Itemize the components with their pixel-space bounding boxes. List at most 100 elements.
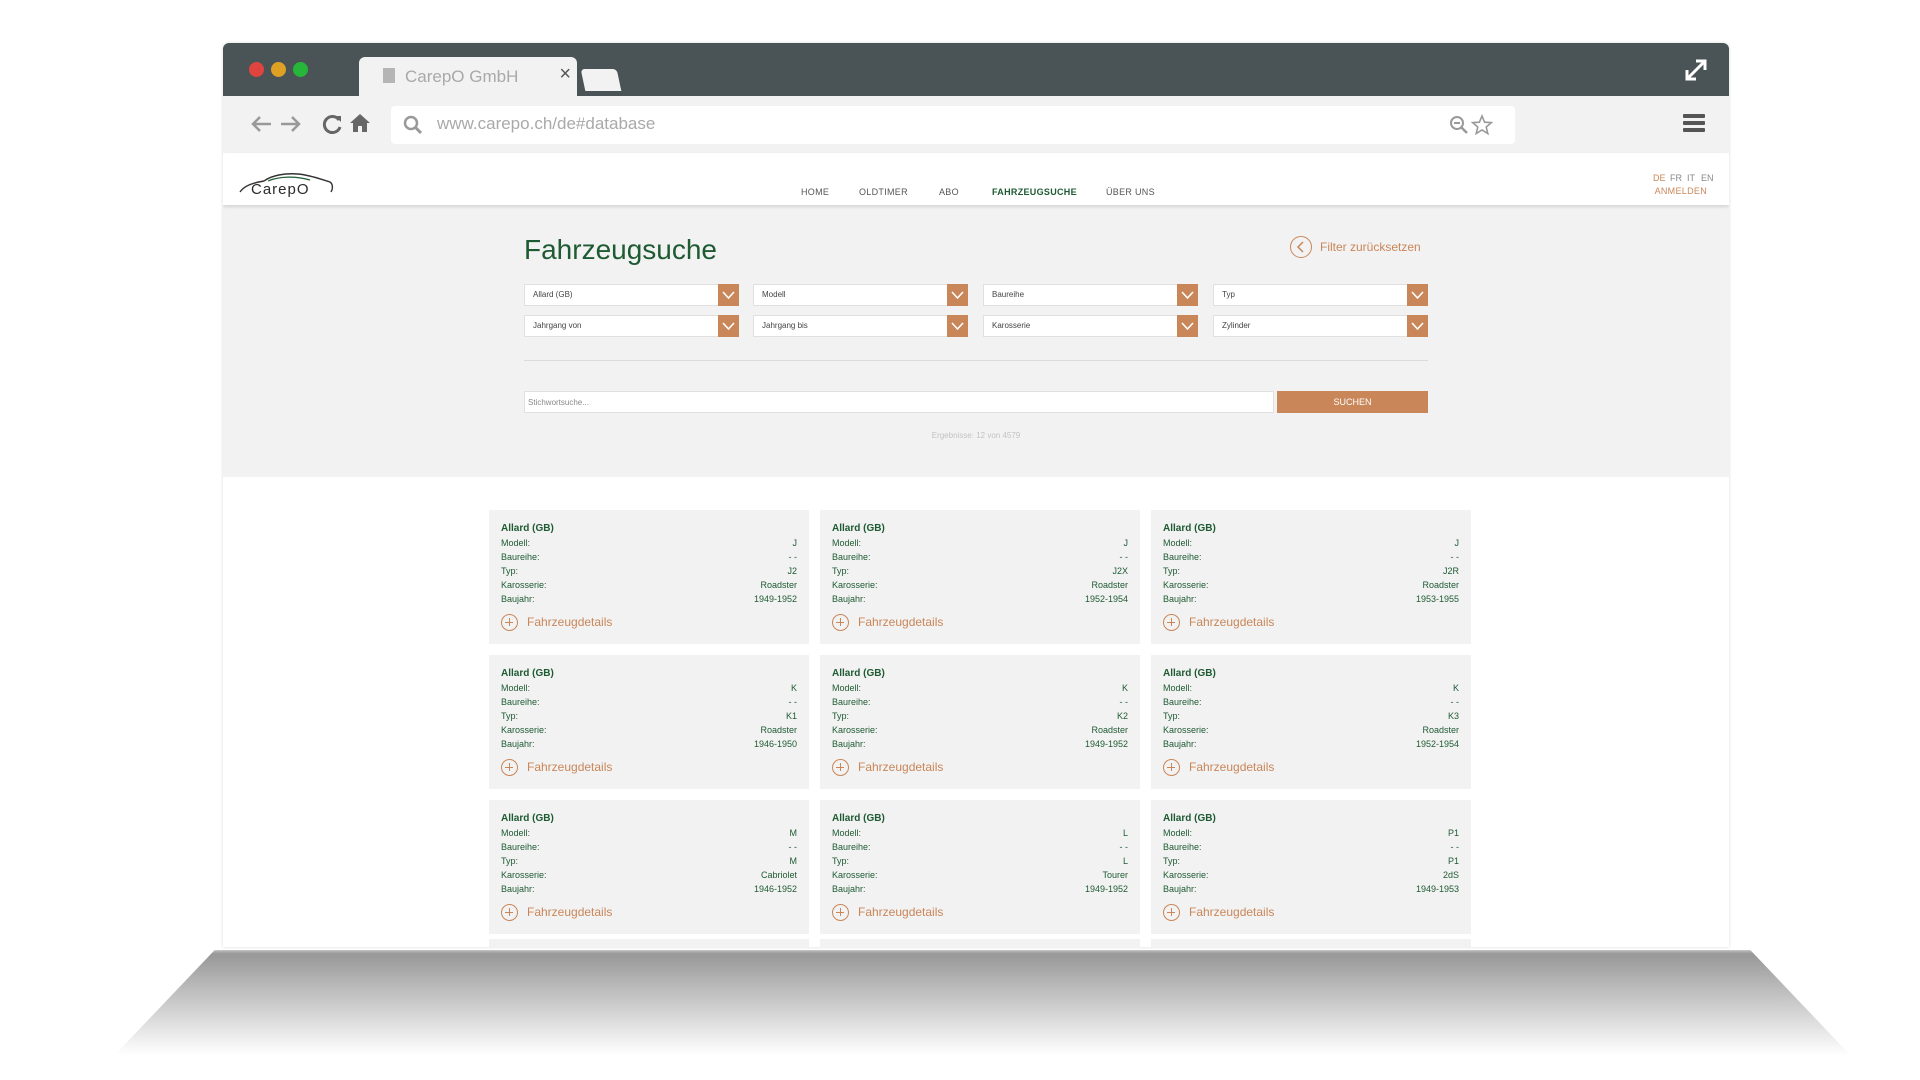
vehicle-brand: Allard (GB): [832, 813, 885, 824]
plus-circle-icon: [832, 614, 849, 631]
attribute-value: 1949-1952: [1084, 739, 1128, 749]
attribute-value: M: [789, 828, 798, 838]
login-link[interactable]: ANMELDEN: [1655, 186, 1707, 196]
vehicle-attribute-baujahr: Baujahr: 1946-1950: [501, 739, 797, 752]
vehicle-card: Allard (GB) Modell: M Baureihe: - - Typ: M Karo…: [489, 800, 809, 934]
attribute-label: Karosserie:: [1163, 725, 1209, 735]
vehicle-details-label: Fahrzeugdetails: [527, 905, 613, 919]
attribute-value: Roadster: [760, 725, 797, 735]
attribute-label: Modell:: [1163, 683, 1193, 693]
vehicle-attribute-typ: Typ: K2: [832, 711, 1128, 724]
lang-fr[interactable]: FR: [1670, 173, 1682, 183]
nav-ueber-uns[interactable]: ÜBER UNS: [1106, 187, 1155, 197]
lang-de[interactable]: DE: [1653, 173, 1666, 183]
vehicle-brand: Allard (GB): [832, 523, 885, 534]
vehicle-attribute-typ: Typ: M: [501, 856, 797, 869]
attribute-value: Roadster: [1091, 725, 1128, 735]
attribute-label: Typ:: [501, 856, 519, 866]
vehicle-attribute-karosserie: Karosserie: Roadster: [1163, 725, 1459, 738]
attribute-label: Typ:: [832, 856, 850, 866]
attribute-label: Baujahr:: [501, 739, 535, 749]
attribute-label: Baureihe:: [501, 552, 540, 562]
vehicle-attribute-baujahr: Baujahr: 1946-1952: [501, 884, 797, 897]
vehicle-card: Allard (GB) Modell: L Baureihe: - - Typ: L Karo…: [820, 800, 1140, 934]
attribute-value: J2X: [1112, 566, 1128, 576]
attribute-label: Typ:: [832, 566, 850, 576]
vehicle-attribute-baureihe: Baureihe: - -: [832, 697, 1128, 710]
attribute-value: L: [1122, 828, 1128, 838]
vehicle-attribute-karosserie: Karosserie: 2dS: [1163, 870, 1459, 883]
plus-circle-icon: [1163, 614, 1180, 631]
attribute-label: Baureihe:: [1163, 697, 1202, 707]
plus-circle-icon: [501, 614, 518, 631]
vehicle-attribute-baujahr: Baujahr: 1949-1952: [501, 594, 797, 607]
vehicle-attribute-baujahr: Baujahr: 1952-1954: [1163, 739, 1459, 752]
nav-abo[interactable]: ABO: [939, 187, 959, 197]
vehicle-attribute-typ: Typ: P1: [1163, 856, 1459, 869]
attribute-value: - -: [1119, 697, 1129, 707]
attribute-label: Karosserie:: [832, 870, 878, 880]
vehicle-attribute-modell: Modell: K: [1163, 683, 1459, 696]
plus-circle-icon: [832, 904, 849, 921]
vehicle-card-partial: [489, 939, 809, 947]
vehicle-attribute-baureihe: Baureihe: - -: [832, 842, 1128, 855]
vehicle-card-partial: [820, 939, 1140, 947]
attribute-label: Modell:: [832, 538, 862, 548]
vehicle-details-label: Fahrzeugdetails: [858, 905, 944, 919]
attribute-label: Modell:: [832, 828, 862, 838]
vehicle-attribute-karosserie: Karosserie: Tourer: [832, 870, 1128, 883]
vehicle-attribute-baureihe: Baureihe: - -: [1163, 697, 1459, 710]
vehicle-attribute-karosserie: Karosserie: Roadster: [1163, 580, 1459, 593]
attribute-value: 1952-1954: [1415, 739, 1459, 749]
vehicle-attribute-modell: Modell: J: [501, 538, 797, 551]
attribute-label: Baujahr:: [1163, 884, 1197, 894]
vehicle-card: Allard (GB) Modell: J Baureihe: - - Typ: J2R Ka…: [1151, 510, 1471, 644]
lang-it[interactable]: IT: [1687, 173, 1695, 183]
plus-circle-icon: [832, 759, 849, 776]
attribute-label: Karosserie:: [501, 580, 547, 590]
nav-oldtimer[interactable]: OLDTIMER: [859, 187, 908, 197]
attribute-label: Baureihe:: [1163, 842, 1202, 852]
attribute-label: Modell:: [501, 538, 531, 548]
attribute-value: - -: [1450, 842, 1460, 852]
nav-home[interactable]: HOME: [801, 187, 829, 197]
attribute-label: Typ:: [1163, 856, 1181, 866]
attribute-value: K: [1121, 683, 1128, 693]
vehicle-details-label: Fahrzeugdetails: [1189, 760, 1275, 774]
vehicle-attribute-baujahr: Baujahr: 1952-1954: [832, 594, 1128, 607]
vehicle-attribute-modell: Modell: M: [501, 828, 797, 841]
plus-circle-icon: [1163, 759, 1180, 776]
attribute-label: Karosserie:: [832, 725, 878, 735]
attribute-value: 1946-1952: [753, 884, 797, 894]
vehicle-brand: Allard (GB): [501, 813, 554, 824]
vehicle-attribute-baureihe: Baureihe: - -: [501, 697, 797, 710]
attribute-value: - -: [1119, 552, 1129, 562]
attribute-label: Typ:: [832, 711, 850, 721]
vehicle-attribute-typ: Typ: J2: [501, 566, 797, 579]
nav-fahrzeugsuche[interactable]: FAHRZEUGSUCHE: [992, 187, 1077, 197]
attribute-value: 1946-1950: [753, 739, 797, 749]
vehicle-attribute-karosserie: Karosserie: Roadster: [832, 580, 1128, 593]
carepo-logo[interactable]: CarepO: [238, 170, 334, 200]
attribute-value: Roadster: [760, 580, 797, 590]
vehicle-attribute-typ: Typ: L: [832, 856, 1128, 869]
attribute-value: 2dS: [1442, 870, 1459, 880]
attribute-label: Baureihe:: [832, 552, 871, 562]
vehicle-attribute-baujahr: Baujahr: 1949-1953: [1163, 884, 1459, 897]
vehicle-brand: Allard (GB): [1163, 813, 1216, 824]
browser-window: CarepO GmbH × www.carepo.ch/de#database …: [223, 43, 1729, 947]
vehicle-card: Allard (GB) Modell: J Baureihe: - - Typ: J2 Kar…: [489, 510, 809, 644]
vehicle-attribute-typ: Typ: K1: [501, 711, 797, 724]
mockup-shadow: [110, 950, 1855, 1060]
vehicle-attribute-baureihe: Baureihe: - -: [501, 552, 797, 565]
vehicle-attribute-baujahr: Baujahr: 1953-1955: [1163, 594, 1459, 607]
attribute-value: Roadster: [1422, 580, 1459, 590]
attribute-value: Roadster: [1091, 580, 1128, 590]
vehicle-attribute-typ: Typ: J2X: [832, 566, 1128, 579]
attribute-value: - -: [788, 697, 798, 707]
lang-en[interactable]: EN: [1701, 173, 1714, 183]
attribute-value: Cabriolet: [760, 870, 797, 880]
attribute-label: Baujahr:: [1163, 739, 1197, 749]
attribute-label: Karosserie:: [832, 580, 878, 590]
attribute-value: 1952-1954: [1084, 594, 1128, 604]
